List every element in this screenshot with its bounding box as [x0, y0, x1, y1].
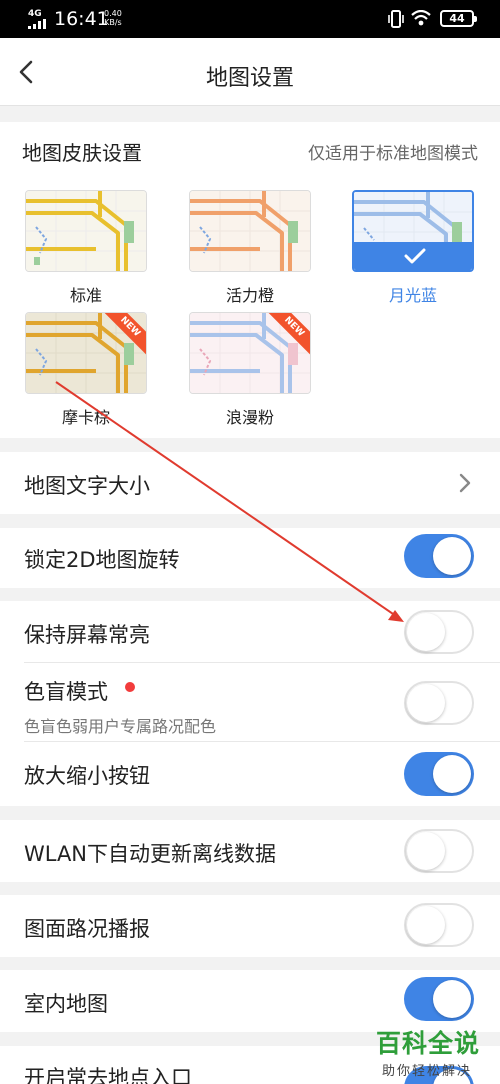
- clock: 16:41: [54, 8, 109, 30]
- new-feature-dot: [125, 682, 135, 692]
- indoor-map-toggle[interactable]: [404, 977, 474, 1021]
- toggle-knob: [407, 906, 445, 944]
- skin-label: 月光蓝: [388, 286, 437, 305]
- skin-label: 标准: [69, 286, 102, 305]
- skin-thumbnail: [25, 190, 147, 272]
- status-bar: 4G 16:41 0.40 KB/s 44: [0, 0, 500, 38]
- toggle-knob: [407, 684, 445, 722]
- row-wlan-update: WLAN下自动更新离线数据: [0, 820, 500, 882]
- skin-thumbnail: NEW: [25, 312, 147, 394]
- skin-section-note: 仅适用于标准地图模式: [308, 144, 478, 164]
- header-bar: 地图设置: [0, 38, 500, 106]
- selected-indicator: [354, 242, 472, 270]
- skin-label: 活力橙: [225, 286, 274, 305]
- row-label: 放大缩小按钮: [24, 764, 150, 788]
- vibrate-icon: [388, 10, 404, 28]
- network-type: 4G: [28, 9, 42, 19]
- display-settings-group: 保持屏幕常亮 色盲模式 色盲色弱用户专属路况配色 放大缩小按钮: [0, 601, 500, 806]
- skin-label: 摩卡棕: [61, 408, 110, 427]
- row-label: 图面路况播报: [24, 917, 150, 941]
- toggle-knob: [407, 613, 445, 651]
- lock-2d-toggle[interactable]: [404, 534, 474, 578]
- row-text-size[interactable]: 地图文字大小: [0, 452, 500, 514]
- keep-screen-on-toggle[interactable]: [404, 610, 474, 654]
- page-title: 地图设置: [205, 66, 294, 91]
- row-label: 室内地图: [24, 992, 108, 1016]
- skin-section-title: 地图皮肤设置: [22, 141, 142, 165]
- watermark-subtitle: 助你轻松解决: [382, 1064, 473, 1079]
- row-label: 保持屏幕常亮: [24, 623, 150, 647]
- checkmark-icon: [404, 248, 426, 264]
- wlan-update-toggle[interactable]: [404, 829, 474, 873]
- row-label: WLAN下自动更新离线数据: [24, 842, 277, 866]
- traffic-broadcast-toggle[interactable]: [404, 903, 474, 947]
- toggle-knob: [407, 832, 445, 870]
- color-blind-toggle[interactable]: [404, 681, 474, 725]
- chevron-right-icon[interactable]: [458, 473, 472, 493]
- row-sublabel: 色盲色弱用户专属路况配色: [24, 717, 217, 736]
- skin-thumbnail: [189, 190, 311, 272]
- divider: [24, 662, 500, 663]
- battery-icon: 44: [440, 10, 477, 27]
- skin-label: 浪漫粉: [225, 408, 274, 427]
- signal-icon: [28, 19, 46, 29]
- toggle-knob: [433, 755, 471, 793]
- row-label: 色盲模式: [24, 680, 108, 704]
- skin-thumbnail: NEW: [189, 312, 311, 394]
- network-speed: 0.40 KB/s: [104, 9, 122, 27]
- row-label: 锁定2D地图旋转: [24, 548, 180, 572]
- row-lock-2d: 锁定2D地图旋转: [0, 528, 500, 588]
- zoom-buttons-toggle[interactable]: [404, 752, 474, 796]
- skin-thumbnail: [352, 190, 474, 272]
- toggle-knob: [433, 537, 471, 575]
- divider: [24, 741, 500, 742]
- skin-settings-card: 地图皮肤设置 仅适用于标准地图模式 标准 活力橙 月光蓝 NEW 摩卡棕 NEW…: [0, 122, 500, 438]
- row-traffic-broadcast: 图面路况播报: [0, 895, 500, 957]
- wifi-icon: [411, 10, 431, 26]
- row-label: 开启常去地点入口: [24, 1066, 192, 1084]
- watermark-logo: 百科全说 助你轻松解决: [366, 1022, 500, 1084]
- toggle-knob: [433, 980, 471, 1018]
- watermark-title: 百科全说: [376, 1029, 481, 1058]
- row-label: 地图文字大小: [24, 474, 150, 498]
